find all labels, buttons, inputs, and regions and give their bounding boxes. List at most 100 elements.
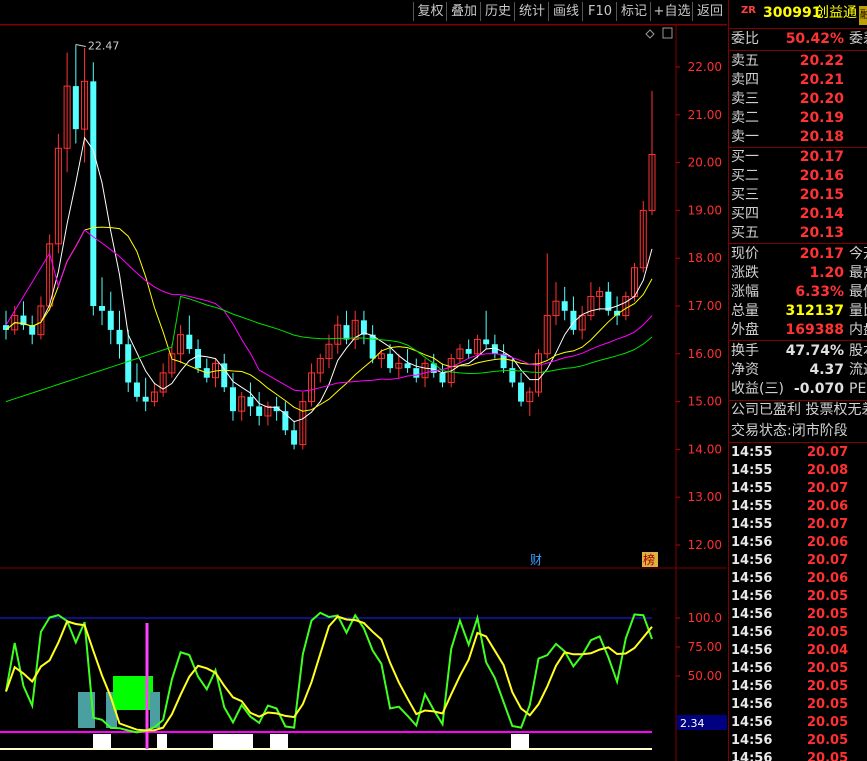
- high-marker: 22.47: [88, 40, 120, 53]
- indicator-axis-label: 50.00: [688, 669, 722, 683]
- tick-time: 14:56: [731, 643, 773, 658]
- candle-body: [387, 353, 394, 369]
- stat-row-2-ext: 最低: [849, 284, 867, 300]
- tick-price: 20.07: [807, 445, 849, 460]
- candle-body: [561, 301, 568, 311]
- stat2-row-0-value: 47.74%: [785, 343, 844, 359]
- tick-price: 20.08: [807, 463, 849, 478]
- toolbar-button-0[interactable]: 复权: [413, 2, 447, 21]
- bid-row-2-value: 20.15: [799, 187, 844, 203]
- price-axis-label: 19.00: [688, 203, 722, 217]
- tick-price: 20.06: [807, 499, 849, 514]
- price-axis-label: 17.00: [688, 299, 722, 313]
- bid-row-0-value: 20.17: [799, 149, 844, 165]
- ask-row-1: 卖四 20.21: [729, 71, 867, 90]
- tick-time: 14:56: [731, 733, 773, 748]
- candle-body: [439, 372, 446, 383]
- toolbar-button-1[interactable]: 叠加: [446, 2, 481, 21]
- bid-row-2-label: 买三: [731, 187, 759, 203]
- cai-badge: 财: [530, 553, 542, 567]
- stat-row-0-label: 现价: [731, 246, 759, 262]
- company-note-text: 公司已盈利 投票权无差异: [731, 402, 867, 418]
- price-axis-label: 20.00: [688, 156, 722, 170]
- tick-price: 20.05: [807, 625, 849, 640]
- candle-body: [518, 382, 525, 402]
- tick-price: 20.06: [807, 571, 849, 586]
- candle-body: [413, 368, 420, 378]
- stat-row-1-label: 涨跌: [731, 265, 759, 281]
- bid-row-3-value: 20.14: [799, 206, 844, 222]
- tick-price: 20.07: [807, 517, 849, 532]
- indicator-axis-label: 100.0: [688, 611, 722, 625]
- ask-row-2-value: 20.20: [799, 91, 844, 107]
- indicator-axis-label: 75.00: [688, 640, 722, 654]
- tick-price: 20.06: [807, 535, 849, 550]
- price-axis-label: 21.00: [688, 108, 722, 122]
- stat-row-3: 总量 312137 量比: [729, 302, 867, 321]
- bid-row-4-value: 20.13: [799, 225, 844, 241]
- candle-body: [483, 339, 490, 345]
- stat2-row-0-label: 换手: [731, 343, 759, 359]
- toolbar-button-2[interactable]: 历史: [480, 2, 515, 21]
- high-marker-line: [75, 44, 86, 48]
- tick-time: 14:56: [731, 751, 773, 761]
- ask-row-4-value: 20.18: [799, 129, 844, 145]
- tick-price: 20.05: [807, 607, 849, 622]
- stat2-row-2-value: -0.070: [793, 381, 844, 397]
- tick-time: 14:56: [731, 697, 773, 712]
- stat2-row-2: 收益(三) -0.070 PE(动): [729, 380, 867, 399]
- stat-row-4-ext: 内盘: [849, 322, 867, 338]
- weibi-ext: 委差: [849, 31, 867, 47]
- candle-body: [291, 430, 298, 445]
- bang-badge: 榜: [643, 552, 655, 567]
- bid-row-0: 买一 20.17: [729, 148, 867, 167]
- candle-body: [90, 81, 97, 306]
- ask-row-2-label: 卖三: [731, 91, 759, 107]
- candle-body: [465, 349, 472, 354]
- indicator-bar: [213, 734, 253, 749]
- tick-time: 14:55: [731, 499, 773, 514]
- toolbar-button-3[interactable]: 统计: [514, 2, 549, 21]
- stat-row-4-label: 外盘: [731, 322, 759, 338]
- stat-row-2: 涨幅 6.33% 最低: [729, 283, 867, 302]
- candle-body: [99, 306, 106, 311]
- toolbar-button-5[interactable]: F10: [582, 2, 617, 21]
- bid-row-4: 买五 20.13: [729, 224, 867, 243]
- candlestick-chart[interactable]: 22.00 21.00 20.00 19.00 18.00 17.00 16.00 15.00…: [0, 25, 727, 761]
- stat2-row-2-ext: PE(动): [849, 381, 867, 397]
- ask-row-0-label: 卖五: [731, 53, 759, 69]
- stat-row-0-value: 20.17: [799, 246, 844, 262]
- candle-body: [404, 363, 411, 369]
- tick-price: 20.05: [807, 733, 849, 748]
- toolbar-button-7[interactable]: +自选: [650, 2, 693, 21]
- stat2-row-1: 净资 4.37 流通: [729, 361, 867, 380]
- stat-row-2-value: 6.33%: [795, 284, 844, 300]
- stat-row-1: 涨跌 1.20 最高: [729, 264, 867, 283]
- ask-row-1-value: 20.21: [799, 72, 844, 88]
- bid-row-3: 买四 20.14: [729, 205, 867, 224]
- tick-price: 20.05: [807, 715, 849, 730]
- indicator-bar: [93, 734, 111, 749]
- stat2-row-0: 换手 47.74% 股本: [729, 342, 867, 361]
- tick-time: 14:56: [731, 661, 773, 676]
- bid-row-1-value: 20.16: [799, 168, 844, 184]
- ask-row-4-label: 卖一: [731, 129, 759, 145]
- tick-time: 14:56: [731, 553, 773, 568]
- bid-row-0-label: 买一: [731, 149, 759, 165]
- candle-body: [247, 396, 254, 407]
- stat2-row-1-ext: 流通: [849, 362, 867, 378]
- trade-state-text: 交易状态:闭市阶段: [731, 423, 848, 439]
- toolbar-button-4[interactable]: 画线: [548, 2, 583, 21]
- price-axis-label: 18.00: [688, 251, 722, 265]
- tick-time: 14:56: [731, 679, 773, 694]
- tick-price: 20.07: [807, 553, 849, 568]
- candle-body: [133, 382, 140, 397]
- ask-row-3: 卖二 20.19: [729, 109, 867, 128]
- toolbar-button-6[interactable]: 标记: [616, 2, 651, 21]
- tick-price: 20.05: [807, 751, 849, 761]
- toolbar-button-8[interactable]: 返回: [692, 2, 727, 21]
- price-axis-label: 22.00: [688, 60, 722, 74]
- tick-price: 20.05: [807, 589, 849, 604]
- d-line: [5, 615, 653, 732]
- stock-header: ZR 300991 创益通 融: [729, 4, 867, 26]
